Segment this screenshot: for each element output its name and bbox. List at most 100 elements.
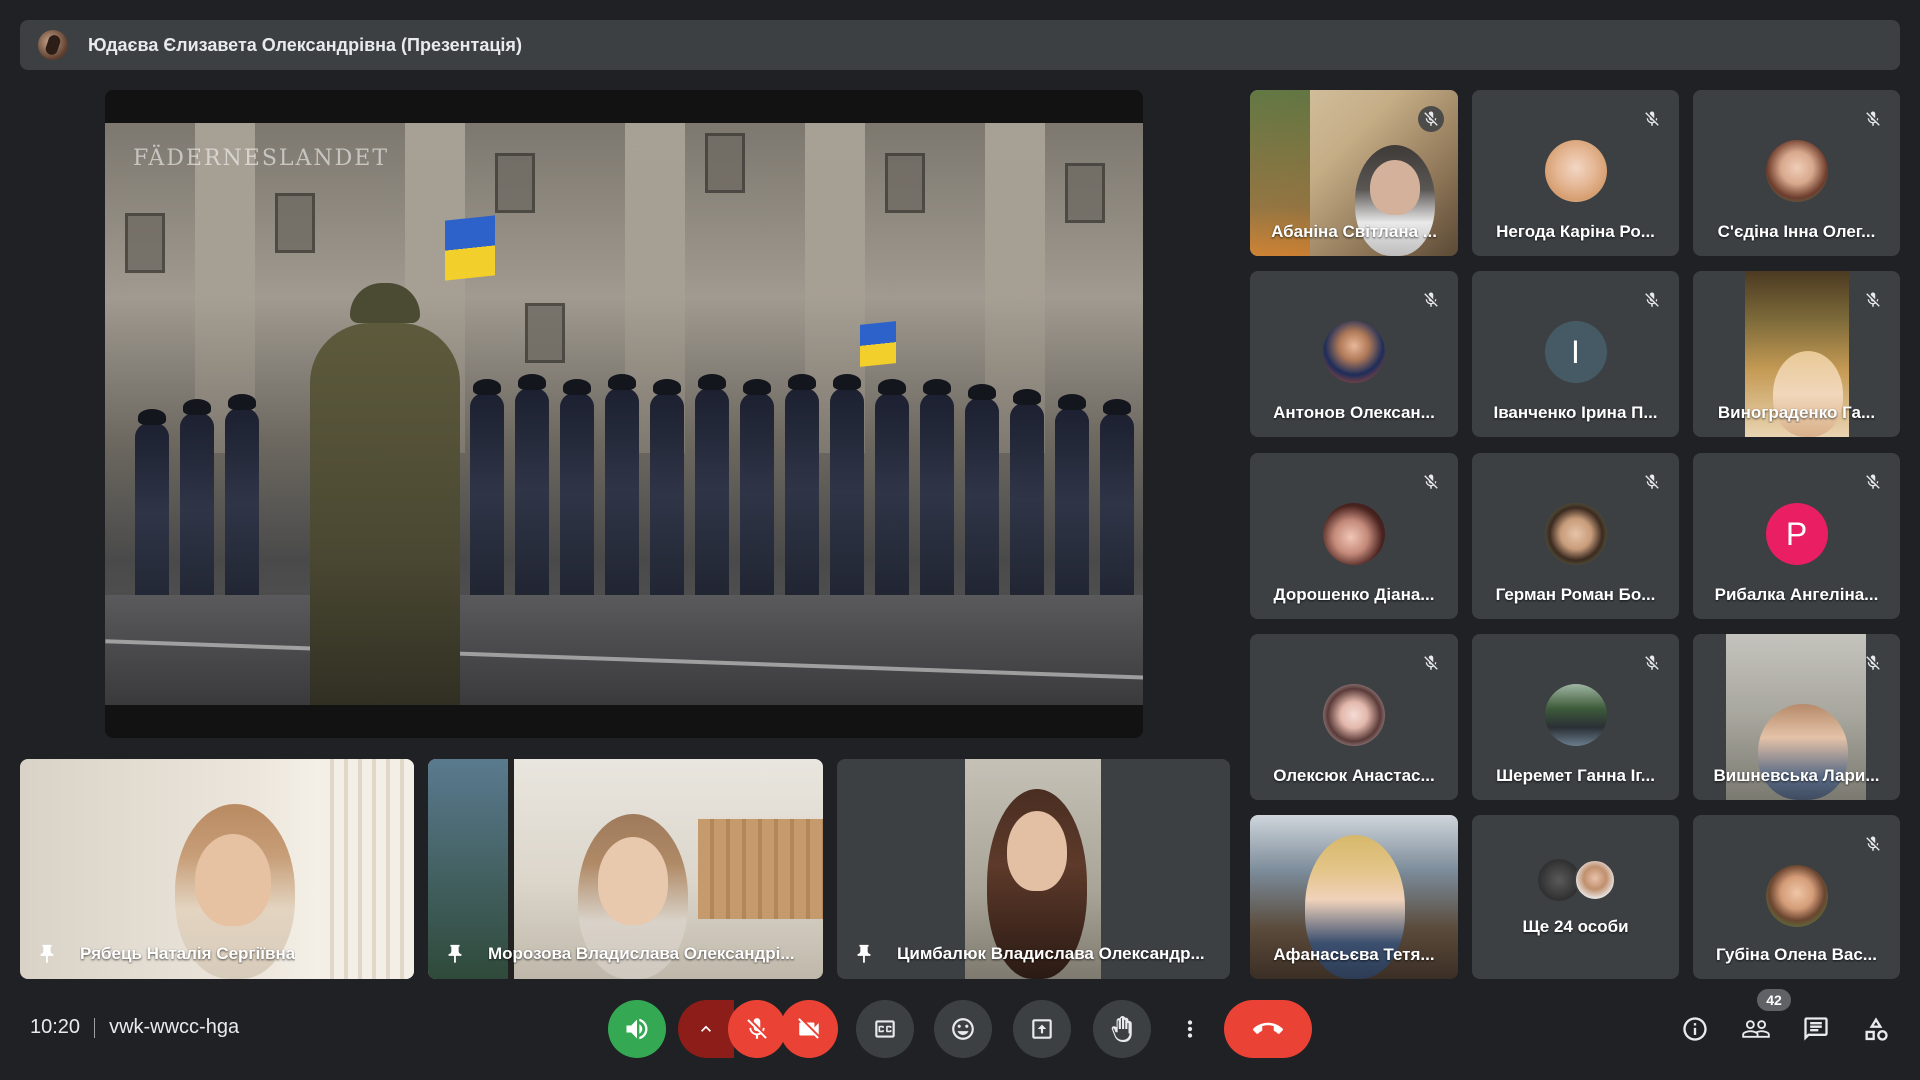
participant-tile[interactable]: Вишневська Лари... bbox=[1693, 634, 1900, 800]
presentation-video bbox=[105, 123, 1143, 705]
camera-toggle-button[interactable] bbox=[780, 1000, 838, 1058]
mic-off-icon bbox=[1418, 287, 1444, 313]
raise-hand-icon bbox=[1111, 1016, 1132, 1042]
participant-count-badge: 42 bbox=[1757, 989, 1791, 1011]
participant-name: Антонов Олексан... bbox=[1273, 403, 1435, 422]
mic-off-icon bbox=[1639, 650, 1665, 676]
chat-icon bbox=[1804, 1017, 1828, 1041]
participant-tile[interactable]: Шеремет Ганна Іг... bbox=[1472, 634, 1679, 800]
participant-tile[interactable]: Антонов Олексан... bbox=[1250, 271, 1458, 437]
presenter-bar: Юдаєва Єлизавета Олександрівна (Презента… bbox=[20, 20, 1900, 70]
participant-name: Рибалка Ангеліна... bbox=[1714, 585, 1879, 604]
participant-name: Герман Роман Бо... bbox=[1495, 585, 1656, 604]
meeting-time: 10:20 bbox=[30, 1016, 81, 1038]
participant-name: Винограденко Га... bbox=[1717, 403, 1876, 422]
participant-avatar bbox=[1323, 321, 1385, 383]
volume-icon bbox=[626, 1018, 648, 1040]
mic-off-icon bbox=[1639, 469, 1665, 495]
participant-tile[interactable]: Цимбалюк Владислава Олександр... bbox=[837, 759, 1230, 979]
participant-name: Афанасьєва Тетя... bbox=[1273, 945, 1435, 964]
mic-off-icon bbox=[1639, 287, 1665, 313]
participant-tile[interactable]: І Іванченко Ірина П... bbox=[1472, 271, 1679, 437]
more-participants-tile[interactable]: Ще 24 особи bbox=[1472, 815, 1679, 979]
pin-icon[interactable] bbox=[853, 943, 875, 965]
mic-off-icon bbox=[1860, 106, 1886, 132]
chevron-up-icon bbox=[701, 1025, 711, 1032]
mic-off-icon bbox=[1418, 469, 1444, 495]
mic-control-group bbox=[678, 1000, 838, 1058]
participant-name: Шеремет Ганна Іг... bbox=[1496, 766, 1655, 785]
hang-up-button[interactable] bbox=[1224, 1000, 1312, 1058]
mic-off-icon bbox=[1860, 287, 1886, 313]
participant-tile[interactable]: С'єдіна Інна Олег... bbox=[1693, 90, 1900, 256]
mic-off-icon bbox=[1418, 106, 1444, 132]
participant-tile[interactable]: Р Рибалка Ангеліна... bbox=[1693, 453, 1900, 619]
more-options-button[interactable] bbox=[1172, 1000, 1208, 1058]
flag-image bbox=[860, 321, 896, 367]
participant-name: Абаніна Світлана ... bbox=[1271, 222, 1437, 241]
mic-toggle-button[interactable] bbox=[728, 1000, 786, 1058]
participant-name: С'єдіна Інна Олег... bbox=[1717, 222, 1876, 241]
participant-avatar bbox=[1323, 684, 1385, 746]
divider bbox=[94, 1017, 96, 1038]
people-icon bbox=[1742, 1020, 1770, 1038]
participant-tile[interactable]: Негода Каріна Ро... bbox=[1472, 90, 1679, 256]
video-watermark: FÄDERNESLANDET bbox=[133, 146, 390, 171]
present-icon bbox=[1032, 1019, 1052, 1039]
participant-name: Негода Каріна Ро... bbox=[1496, 222, 1655, 241]
participant-tile[interactable]: Герман Роман Бо... bbox=[1472, 453, 1679, 619]
raise-hand-button[interactable] bbox=[1093, 1000, 1151, 1058]
call-end-icon bbox=[1253, 1022, 1283, 1034]
participant-avatar bbox=[1323, 503, 1385, 565]
meeting-code[interactable]: vwk-wwcc-hga bbox=[109, 1016, 239, 1039]
presentation-stage[interactable]: FÄDERNESLANDET bbox=[105, 90, 1143, 738]
participant-tile[interactable]: Абаніна Світлана ... bbox=[1250, 90, 1458, 256]
participant-name: Губіна Олена Вас... bbox=[1716, 945, 1877, 964]
audio-options-button[interactable] bbox=[678, 1000, 734, 1058]
activities-button[interactable] bbox=[1858, 1011, 1894, 1047]
mic-off-icon bbox=[1860, 650, 1886, 676]
participant-name: Цимбалюк Владислава Олександр... bbox=[853, 943, 1214, 965]
participant-avatar bbox=[1544, 140, 1607, 202]
speaker-button[interactable] bbox=[608, 1000, 666, 1058]
participant-tile[interactable]: Морозова Владислава Олександрі... bbox=[428, 759, 823, 979]
participant-tile[interactable]: Олексюк Анастас... bbox=[1250, 634, 1458, 800]
emoji-icon bbox=[952, 1018, 974, 1040]
officer-figure bbox=[310, 283, 460, 705]
pin-icon[interactable] bbox=[36, 943, 58, 965]
participant-tile[interactable]: Винограденко Га... bbox=[1693, 271, 1900, 437]
present-button[interactable] bbox=[1013, 1000, 1071, 1058]
meeting-info: 10:20 vwk-wwcc-hga bbox=[30, 1016, 239, 1039]
mic-off-icon bbox=[1860, 831, 1886, 857]
chat-button[interactable] bbox=[1798, 1011, 1834, 1047]
people-button[interactable] bbox=[1738, 1011, 1774, 1047]
participant-name: Рябець Наталія Сергіївна bbox=[36, 943, 398, 965]
more-avatars bbox=[1538, 859, 1618, 901]
participant-avatar bbox=[1765, 865, 1828, 927]
pin-icon[interactable] bbox=[444, 943, 466, 965]
camera-off-icon bbox=[798, 1018, 819, 1039]
captions-button[interactable] bbox=[856, 1000, 914, 1058]
mic-off-icon bbox=[1639, 106, 1665, 132]
participant-tile[interactable]: Дорошенко Діана... bbox=[1250, 453, 1458, 619]
more-participants-label: Ще 24 особи bbox=[1522, 917, 1629, 936]
participant-tile[interactable]: Рябець Наталія Сергіївна bbox=[20, 759, 414, 979]
reactions-button[interactable] bbox=[934, 1000, 992, 1058]
participant-tile[interactable]: Афанасьєва Тетя... bbox=[1250, 815, 1458, 979]
participant-name: Дорошенко Діана... bbox=[1273, 585, 1435, 604]
mic-off-icon bbox=[1418, 650, 1444, 676]
presenter-avatar bbox=[38, 30, 68, 60]
mic-off-icon bbox=[1860, 469, 1886, 495]
info-icon bbox=[1683, 1017, 1707, 1041]
participant-tile[interactable]: Губіна Олена Вас... bbox=[1693, 815, 1900, 979]
participant-avatar: Р bbox=[1765, 503, 1828, 565]
meeting-details-button[interactable] bbox=[1677, 1011, 1713, 1047]
participant-name: Вишневська Лари... bbox=[1713, 766, 1880, 785]
captions-icon bbox=[875, 1020, 895, 1038]
participant-avatar: І bbox=[1544, 321, 1607, 383]
participant-name: Морозова Владислава Олександрі... bbox=[444, 943, 807, 965]
participant-name: Олексюк Анастас... bbox=[1273, 766, 1435, 785]
activities-icon bbox=[1865, 1017, 1888, 1041]
mic-off-icon bbox=[747, 1018, 767, 1039]
more-vert-icon bbox=[1187, 1020, 1193, 1038]
